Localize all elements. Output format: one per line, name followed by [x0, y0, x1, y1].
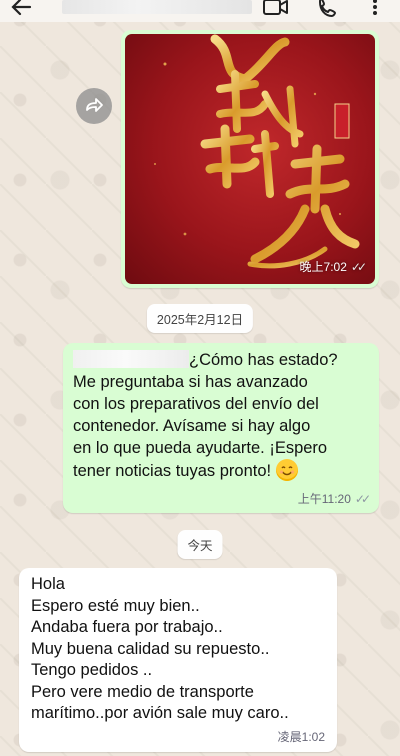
- message-line-3: Andaba fuera por trabajo..: [31, 618, 223, 636]
- message-text: ¿Cómo has estado? Me preguntaba si has a…: [73, 349, 369, 482]
- message-line-4: Muy buena calidad su repuesto..: [31, 639, 270, 658]
- date-separator: 2025年2月12日: [146, 304, 254, 333]
- message-line-4: contenedor. Avísame si hay algo: [73, 417, 311, 435]
- forward-icon[interactable]: [76, 88, 112, 124]
- message-time: 晚上7:02: [299, 260, 347, 274]
- image-message[interactable]: 晚上7:02 ✓✓: [121, 30, 379, 288]
- message-line-7: marítimo..por avión sale muy caro..: [31, 704, 289, 722]
- message-line-3: con los preparativos del envío del: [73, 395, 319, 413]
- double-check-icon: ✓✓: [354, 491, 371, 506]
- message-meta: 晚上7:02 ✓✓: [299, 258, 368, 275]
- message-time: 上午11:20: [297, 492, 351, 506]
- contact-name-redacted[interactable]: [62, 0, 252, 14]
- smiling-face-icon: [275, 459, 298, 481]
- outgoing-message[interactable]: ¿Cómo has estado? Me preguntaba si has a…: [63, 343, 379, 513]
- message-line-5: Tengo pedidos ..: [31, 661, 153, 679]
- arrow-left-icon[interactable]: [8, 0, 34, 20]
- message-meta: 上午11:20 ✓✓: [297, 490, 371, 507]
- more-vertical-icon[interactable]: [368, 0, 382, 18]
- message-line-5: en lo que pueda ayudarte. ¡Espero: [73, 439, 328, 457]
- incoming-message[interactable]: Hola Espero esté muy bien.. Andaba fuera…: [19, 568, 337, 752]
- date-separator-today: 今天: [177, 530, 223, 559]
- video-call-icon[interactable]: [262, 0, 290, 18]
- message-line-2: Me preguntaba si has avanzado: [73, 373, 308, 391]
- message-line-2: Espero esté muy bien..: [31, 596, 200, 615]
- message-line-6: Pero vere medio de transporte: [31, 682, 254, 701]
- new-year-image[interactable]: 晚上7:02 ✓✓: [125, 34, 375, 284]
- phone-icon[interactable]: [316, 0, 340, 18]
- message-line-1: Hola: [31, 575, 65, 593]
- redacted-text: [73, 350, 189, 368]
- message-line-6: tener noticias tuyas pronto!: [73, 459, 369, 482]
- message-line-1: ¿Cómo has estado?: [73, 349, 369, 371]
- double-check-icon: ✓✓: [350, 259, 367, 274]
- message-time: 凌晨1:02: [277, 730, 325, 744]
- chat-header: [0, 0, 400, 22]
